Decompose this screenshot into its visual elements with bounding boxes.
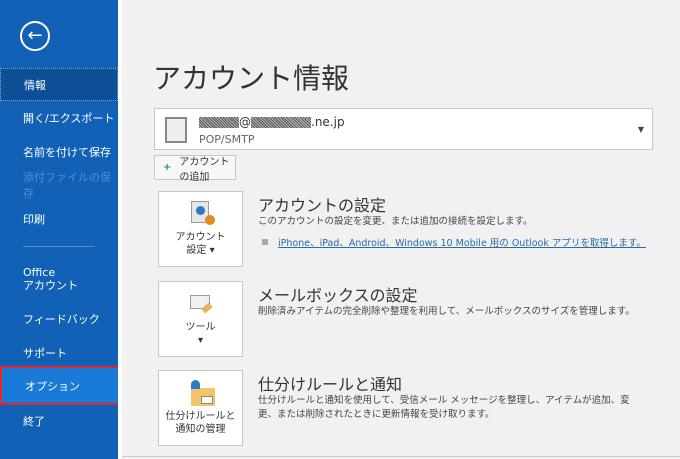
plus-icon: + [163, 162, 172, 173]
account-type: POP/SMTP [199, 133, 255, 146]
divider [122, 456, 680, 457]
section-heading: 仕分けルールと通知 [258, 375, 403, 394]
rules-alerts-button[interactable]: 仕分けルールと 通知の管理 [158, 370, 243, 446]
chevron-down-icon[interactable]: ▼ [638, 125, 644, 134]
sidebar-item-feedback[interactable]: フィードバック [0, 304, 118, 334]
add-account-label: アカウントの追加 [179, 156, 230, 183]
sidebar-item-open-export[interactable]: 開く/エクスポート [0, 103, 118, 133]
section-description: このアカウントの設定を変更、または追加の接続を設定します。 [258, 216, 533, 227]
sidebar-item-exit[interactable]: 終了 [0, 406, 118, 436]
sidebar-item-info[interactable]: 情報 [0, 68, 118, 101]
section-description: 仕分けルールと通知を使用して、受信メール メッセージを整理し、アイテムが追加、変… [258, 395, 630, 420]
sidebar-item-save-as[interactable]: 名前を付けて保存 [0, 137, 118, 167]
account-settings-icon [187, 201, 215, 227]
back-arrow-icon: ← [27, 25, 43, 46]
sidebar-item-options[interactable]: オプション [0, 366, 120, 405]
section-heading: アカウントの設定 [258, 196, 387, 215]
account-email: @ .ne.jp [199, 115, 345, 129]
masked-text [199, 116, 239, 128]
rules-alerts-icon [187, 380, 215, 406]
account-settings-button[interactable]: アカウント 設定 ▾ [158, 191, 243, 267]
sidebar-item-save-attachments: 添付ファイルの保存 [23, 171, 111, 200]
back-button[interactable]: ← [20, 21, 50, 51]
sidebar-item-support[interactable]: サポート [0, 338, 118, 368]
tile-label: アカウント 設定 ▾ [175, 232, 226, 256]
mailbox-cleanup-icon [187, 291, 215, 317]
section-description: 削除済みアイテムの完全削除や整理を利用して、メールボックスのサイズを管理します。 [258, 306, 635, 317]
add-account-button[interactable]: + アカウントの追加 [154, 155, 236, 183]
tile-label: 仕分けルールと 通知の管理 [165, 411, 236, 435]
page-title: アカウント情報 [153, 62, 350, 95]
account-selector[interactable]: @ .ne.jp POP/SMTP ▼ [154, 108, 653, 150]
tools-button[interactable]: ツール ▾ [158, 281, 243, 357]
section-heading: メールボックスの設定 [258, 286, 418, 305]
sidebar-edge [118, 0, 122, 459]
sidebar-item-office-account[interactable]: Office アカウント [0, 262, 118, 296]
bullet-icon [262, 239, 268, 245]
email-domain: .ne.jp [311, 115, 345, 129]
sidebar: ← 情報 開く/エクスポート 名前を付けて保存 添付ファイルの保存 印刷 Off… [0, 0, 120, 459]
outlook-app-link[interactable]: iPhone、iPad、Android、Windows 10 Mobile 用の… [262, 235, 646, 249]
masked-text [251, 116, 311, 128]
email-at: @ [239, 115, 251, 129]
link-text[interactable]: iPhone、iPad、Android、Windows 10 Mobile 用の… [278, 235, 646, 249]
mail-cabinet-icon [165, 117, 187, 143]
tile-label: ツール ▾ [185, 322, 216, 346]
sidebar-item-print[interactable]: 印刷 [0, 204, 118, 234]
sidebar-divider [23, 246, 95, 247]
